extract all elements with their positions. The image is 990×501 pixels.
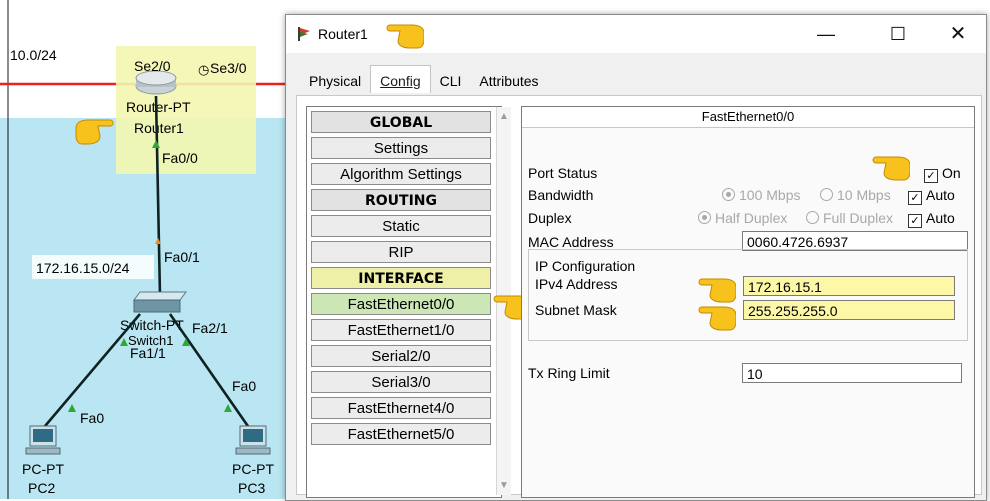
pointer-hand-icon: [698, 306, 736, 331]
port-status-label: Port Status: [528, 165, 598, 181]
router-model-label: Router-PT: [126, 99, 191, 115]
tx-ring-limit-field[interactable]: 10: [742, 363, 962, 383]
nav-item-fastethernet0-0[interactable]: FastEthernet0/0: [311, 293, 491, 315]
bandwidth-10-label: 10 Mbps: [837, 187, 891, 203]
nav-header-routing: ROUTING: [311, 189, 491, 211]
config-nav-list[interactable]: GLOBAL Settings Algorithm Settings ROUTI…: [306, 106, 511, 498]
nav-header-interface: INTERFACE: [311, 267, 491, 289]
bandwidth-100-radio[interactable]: 100 Mbps: [722, 187, 800, 203]
scroll-down-icon[interactable]: ▼: [499, 480, 509, 491]
minimize-button[interactable]: —: [804, 17, 848, 51]
close-button[interactable]: ✕: [936, 17, 980, 51]
switch-icon[interactable]: [133, 299, 181, 313]
router-port-se3: Se3/0: [210, 60, 247, 76]
pc3-name-label: PC3: [238, 480, 265, 496]
duplex-half-radio[interactable]: Half Duplex: [698, 210, 787, 226]
switch-port-fa21: Fa2/1: [192, 320, 228, 336]
nav-item-serial3-0[interactable]: Serial3/0: [311, 371, 491, 393]
interface-config-panel: FastEthernet0/0 Port Status ✓ On Bandwidt…: [521, 106, 975, 498]
router-config-window[interactable]: Router1 — ☐ ✕ Physical Config CLI Attrib…: [285, 14, 987, 501]
tab-physical[interactable]: Physical: [300, 67, 370, 95]
title-bar[interactable]: Router1 — ☐ ✕: [286, 15, 986, 53]
port-status-checkbox[interactable]: ✓ On: [924, 165, 961, 183]
router-name-label: Router1: [134, 120, 184, 136]
nav-item-static[interactable]: Static: [311, 215, 491, 237]
window-title: Router1: [318, 26, 368, 42]
nav-item-fastethernet4-0[interactable]: FastEthernet4/0: [311, 397, 491, 419]
ip-configuration-heading: IP Configuration: [535, 258, 636, 274]
bandwidth-auto-checkbox[interactable]: ✓ Auto: [908, 187, 955, 205]
radio-icon: [722, 188, 735, 201]
duplex-auto-checkbox[interactable]: ✓ Auto: [908, 210, 955, 228]
pc2-port: Fa0: [80, 410, 104, 426]
scroll-up-icon[interactable]: ▲: [499, 111, 509, 122]
pc2-name-label: PC2: [28, 480, 55, 496]
router-port-se2: Se2/0: [134, 58, 171, 74]
topology-workspace[interactable]: 10.0/24 Se2/0 ◷ Se3/0 Router-PT Router1 …: [0, 0, 300, 499]
duplex-auto-label: Auto: [926, 210, 955, 226]
router-app-icon: [298, 27, 310, 41]
check-icon: ✓: [908, 191, 922, 205]
duplex-label: Duplex: [528, 210, 572, 226]
check-icon: ✓: [924, 169, 938, 183]
tx-ring-limit-label: Tx Ring Limit: [528, 365, 610, 381]
router-port-fa00: Fa0/0: [162, 150, 198, 166]
network-label-top: 10.0/24: [10, 47, 57, 63]
nav-item-algorithm-settings[interactable]: Algorithm Settings: [311, 163, 491, 185]
ipv4-address-field[interactable]: 172.16.15.1: [743, 276, 955, 296]
nav-item-settings[interactable]: Settings: [311, 137, 491, 159]
pc2-model-label: PC-PT: [22, 461, 64, 477]
mac-address-field[interactable]: 0060.4726.6937: [742, 231, 968, 251]
switch-port-fa01: Fa0/1: [164, 249, 200, 265]
tab-config[interactable]: Config: [370, 65, 431, 93]
tab-bar: Physical Config CLI Attributes: [300, 65, 548, 95]
config-content: GLOBAL Settings Algorithm Settings ROUTI…: [296, 95, 982, 498]
maximize-button[interactable]: ☐: [876, 17, 920, 51]
port-status-on-label: On: [942, 165, 961, 181]
mac-address-label: MAC Address: [528, 234, 614, 250]
duplex-full-label: Full Duplex: [823, 210, 894, 226]
radio-icon: [698, 211, 711, 224]
subnet-mask-field[interactable]: 255.255.255.0: [743, 300, 955, 320]
bandwidth-auto-label: Auto: [926, 187, 955, 203]
nav-header-global: GLOBAL: [311, 111, 491, 133]
pointer-hand-icon: [698, 278, 736, 303]
bandwidth-label: Bandwidth: [528, 187, 594, 203]
tab-config-label: Config: [380, 73, 421, 89]
panel-title: FastEthernet0/0: [522, 107, 974, 128]
tab-cli[interactable]: CLI: [431, 67, 471, 95]
radio-icon: [806, 211, 819, 224]
ipv4-address-label: IPv4 Address: [535, 276, 618, 292]
switch-port-fa11: Fa1/1: [130, 345, 166, 361]
nav-item-fastethernet5-0[interactable]: FastEthernet5/0: [311, 423, 491, 445]
pc3-port: Fa0: [232, 378, 256, 394]
nav-item-fastethernet1-0[interactable]: FastEthernet1/0: [311, 319, 491, 341]
nav-item-serial2-0[interactable]: Serial2/0: [311, 345, 491, 367]
duplex-full-radio[interactable]: Full Duplex: [806, 210, 893, 226]
tab-attributes[interactable]: Attributes: [470, 67, 547, 95]
pointer-hand-icon: [386, 24, 424, 49]
network-label-mid: 172.16.15.0/24: [36, 260, 130, 276]
radio-icon: [820, 188, 833, 201]
pointer-hand-icon: [872, 156, 910, 181]
bandwidth-100-label: 100 Mbps: [739, 187, 801, 203]
ip-configuration-group: IP Configuration IPv4 Address 172.16.15.…: [528, 249, 968, 341]
duplex-half-label: Half Duplex: [715, 210, 788, 226]
nav-item-rip[interactable]: RIP: [311, 241, 491, 263]
bandwidth-10-radio[interactable]: 10 Mbps: [820, 187, 891, 203]
check-icon: ✓: [908, 214, 922, 228]
clock-icon: ◷: [198, 62, 209, 77]
pc2-icon[interactable]: [25, 425, 61, 455]
pc3-icon[interactable]: [235, 425, 271, 455]
pc3-model-label: PC-PT: [232, 461, 274, 477]
subnet-mask-label: Subnet Mask: [535, 302, 617, 318]
